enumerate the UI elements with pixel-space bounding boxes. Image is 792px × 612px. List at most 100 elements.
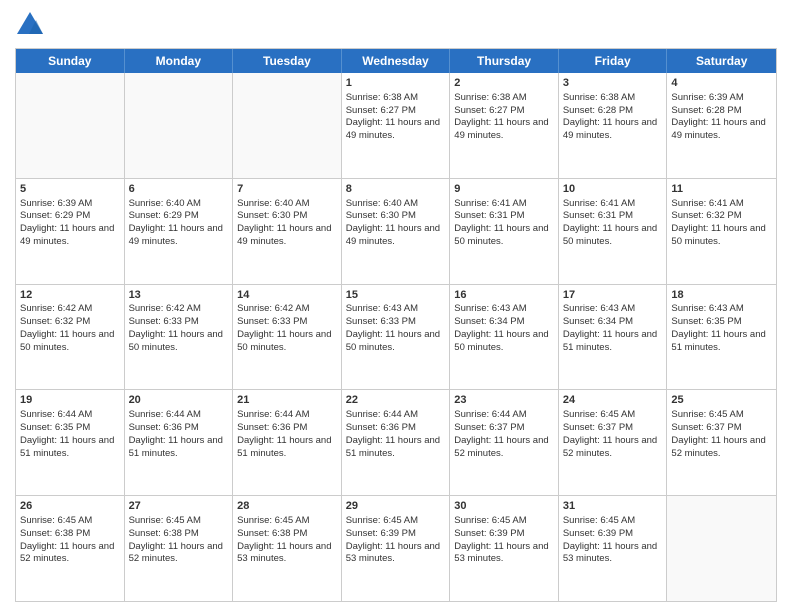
day-info: Sunrise: 6:43 AM bbox=[454, 303, 554, 316]
day-info: Daylight: 11 hours and 49 minutes. bbox=[237, 223, 337, 249]
day-info: Sunrise: 6:38 AM bbox=[563, 92, 663, 105]
day-info: Daylight: 11 hours and 50 minutes. bbox=[129, 329, 229, 355]
day-info: Sunset: 6:33 PM bbox=[237, 316, 337, 329]
day-info: Sunrise: 6:42 AM bbox=[20, 303, 120, 316]
day-number: 7 bbox=[237, 182, 337, 197]
day-number: 19 bbox=[20, 393, 120, 408]
day-info: Sunrise: 6:39 AM bbox=[671, 92, 772, 105]
calendar-cell: 18Sunrise: 6:43 AMSunset: 6:35 PMDayligh… bbox=[667, 285, 776, 390]
day-info: Sunset: 6:39 PM bbox=[346, 528, 446, 541]
calendar-cell: 5Sunrise: 6:39 AMSunset: 6:29 PMDaylight… bbox=[16, 179, 125, 284]
calendar-cell: 9Sunrise: 6:41 AMSunset: 6:31 PMDaylight… bbox=[450, 179, 559, 284]
day-info: Sunrise: 6:43 AM bbox=[346, 303, 446, 316]
day-info: Sunset: 6:37 PM bbox=[454, 422, 554, 435]
day-info: Daylight: 11 hours and 50 minutes. bbox=[454, 223, 554, 249]
calendar-cell: 11Sunrise: 6:41 AMSunset: 6:32 PMDayligh… bbox=[667, 179, 776, 284]
calendar-cell: 23Sunrise: 6:44 AMSunset: 6:37 PMDayligh… bbox=[450, 390, 559, 495]
day-info: Sunset: 6:39 PM bbox=[563, 528, 663, 541]
day-info: Sunset: 6:36 PM bbox=[129, 422, 229, 435]
day-info: Sunrise: 6:45 AM bbox=[671, 409, 772, 422]
day-info: Sunset: 6:38 PM bbox=[20, 528, 120, 541]
day-number: 15 bbox=[346, 288, 446, 303]
day-info: Sunrise: 6:38 AM bbox=[346, 92, 446, 105]
calendar-cell: 8Sunrise: 6:40 AMSunset: 6:30 PMDaylight… bbox=[342, 179, 451, 284]
day-info: Sunset: 6:36 PM bbox=[346, 422, 446, 435]
day-info: Sunset: 6:37 PM bbox=[563, 422, 663, 435]
day-number: 4 bbox=[671, 76, 772, 91]
header bbox=[15, 10, 777, 40]
calendar-cell: 13Sunrise: 6:42 AMSunset: 6:33 PMDayligh… bbox=[125, 285, 234, 390]
day-info: Sunset: 6:38 PM bbox=[129, 528, 229, 541]
calendar-header: SundayMondayTuesdayWednesdayThursdayFrid… bbox=[16, 49, 776, 73]
logo-icon bbox=[15, 10, 45, 40]
day-number: 31 bbox=[563, 499, 663, 514]
day-info: Sunset: 6:28 PM bbox=[671, 105, 772, 118]
day-number: 17 bbox=[563, 288, 663, 303]
day-number: 22 bbox=[346, 393, 446, 408]
calendar-cell: 2Sunrise: 6:38 AMSunset: 6:27 PMDaylight… bbox=[450, 73, 559, 178]
calendar-cell: 21Sunrise: 6:44 AMSunset: 6:36 PMDayligh… bbox=[233, 390, 342, 495]
day-info: Sunrise: 6:38 AM bbox=[454, 92, 554, 105]
day-info: Sunset: 6:35 PM bbox=[20, 422, 120, 435]
day-info: Daylight: 11 hours and 49 minutes. bbox=[454, 117, 554, 143]
calendar-cell: 22Sunrise: 6:44 AMSunset: 6:36 PMDayligh… bbox=[342, 390, 451, 495]
day-info: Sunrise: 6:41 AM bbox=[671, 198, 772, 211]
day-info: Sunrise: 6:40 AM bbox=[237, 198, 337, 211]
day-info: Sunrise: 6:39 AM bbox=[20, 198, 120, 211]
calendar-cell: 17Sunrise: 6:43 AMSunset: 6:34 PMDayligh… bbox=[559, 285, 668, 390]
day-info: Daylight: 11 hours and 52 minutes. bbox=[671, 435, 772, 461]
day-info: Sunrise: 6:43 AM bbox=[671, 303, 772, 316]
day-number: 25 bbox=[671, 393, 772, 408]
day-info: Sunset: 6:33 PM bbox=[346, 316, 446, 329]
day-number: 9 bbox=[454, 182, 554, 197]
day-info: Daylight: 11 hours and 53 minutes. bbox=[454, 541, 554, 567]
day-info: Daylight: 11 hours and 51 minutes. bbox=[129, 435, 229, 461]
weekday-header: Saturday bbox=[667, 49, 776, 73]
day-info: Daylight: 11 hours and 49 minutes. bbox=[346, 223, 446, 249]
day-info: Sunrise: 6:45 AM bbox=[563, 515, 663, 528]
day-info: Sunset: 6:32 PM bbox=[671, 210, 772, 223]
calendar-row: 19Sunrise: 6:44 AMSunset: 6:35 PMDayligh… bbox=[16, 390, 776, 496]
calendar: SundayMondayTuesdayWednesdayThursdayFrid… bbox=[15, 48, 777, 602]
day-number: 26 bbox=[20, 499, 120, 514]
day-number: 18 bbox=[671, 288, 772, 303]
day-info: Daylight: 11 hours and 49 minutes. bbox=[563, 117, 663, 143]
day-info: Sunrise: 6:44 AM bbox=[454, 409, 554, 422]
day-info: Daylight: 11 hours and 52 minutes. bbox=[454, 435, 554, 461]
day-info: Sunset: 6:33 PM bbox=[129, 316, 229, 329]
day-info: Sunrise: 6:44 AM bbox=[129, 409, 229, 422]
calendar-cell: 3Sunrise: 6:38 AMSunset: 6:28 PMDaylight… bbox=[559, 73, 668, 178]
weekday-header: Thursday bbox=[450, 49, 559, 73]
calendar-cell: 12Sunrise: 6:42 AMSunset: 6:32 PMDayligh… bbox=[16, 285, 125, 390]
day-info: Daylight: 11 hours and 49 minutes. bbox=[671, 117, 772, 143]
day-number: 3 bbox=[563, 76, 663, 91]
day-info: Sunset: 6:29 PM bbox=[129, 210, 229, 223]
calendar-cell: 6Sunrise: 6:40 AMSunset: 6:29 PMDaylight… bbox=[125, 179, 234, 284]
day-info: Sunrise: 6:44 AM bbox=[20, 409, 120, 422]
calendar-cell: 14Sunrise: 6:42 AMSunset: 6:33 PMDayligh… bbox=[233, 285, 342, 390]
calendar-row: 12Sunrise: 6:42 AMSunset: 6:32 PMDayligh… bbox=[16, 285, 776, 391]
day-info: Daylight: 11 hours and 50 minutes. bbox=[346, 329, 446, 355]
day-info: Sunrise: 6:43 AM bbox=[563, 303, 663, 316]
calendar-cell: 20Sunrise: 6:44 AMSunset: 6:36 PMDayligh… bbox=[125, 390, 234, 495]
calendar-cell: 1Sunrise: 6:38 AMSunset: 6:27 PMDaylight… bbox=[342, 73, 451, 178]
day-info: Daylight: 11 hours and 51 minutes. bbox=[346, 435, 446, 461]
day-info: Daylight: 11 hours and 50 minutes. bbox=[454, 329, 554, 355]
day-info: Daylight: 11 hours and 51 minutes. bbox=[563, 329, 663, 355]
calendar-body: 1Sunrise: 6:38 AMSunset: 6:27 PMDaylight… bbox=[16, 73, 776, 601]
day-info: Sunrise: 6:41 AM bbox=[563, 198, 663, 211]
day-number: 16 bbox=[454, 288, 554, 303]
day-number: 1 bbox=[346, 76, 446, 91]
calendar-row: 1Sunrise: 6:38 AMSunset: 6:27 PMDaylight… bbox=[16, 73, 776, 179]
day-info: Sunrise: 6:45 AM bbox=[563, 409, 663, 422]
day-info: Sunset: 6:35 PM bbox=[671, 316, 772, 329]
day-info: Sunrise: 6:45 AM bbox=[20, 515, 120, 528]
day-info: Daylight: 11 hours and 51 minutes. bbox=[671, 329, 772, 355]
day-number: 29 bbox=[346, 499, 446, 514]
day-info: Sunset: 6:31 PM bbox=[563, 210, 663, 223]
day-info: Daylight: 11 hours and 49 minutes. bbox=[20, 223, 120, 249]
day-number: 21 bbox=[237, 393, 337, 408]
day-number: 28 bbox=[237, 499, 337, 514]
day-number: 10 bbox=[563, 182, 663, 197]
day-info: Sunset: 6:36 PM bbox=[237, 422, 337, 435]
